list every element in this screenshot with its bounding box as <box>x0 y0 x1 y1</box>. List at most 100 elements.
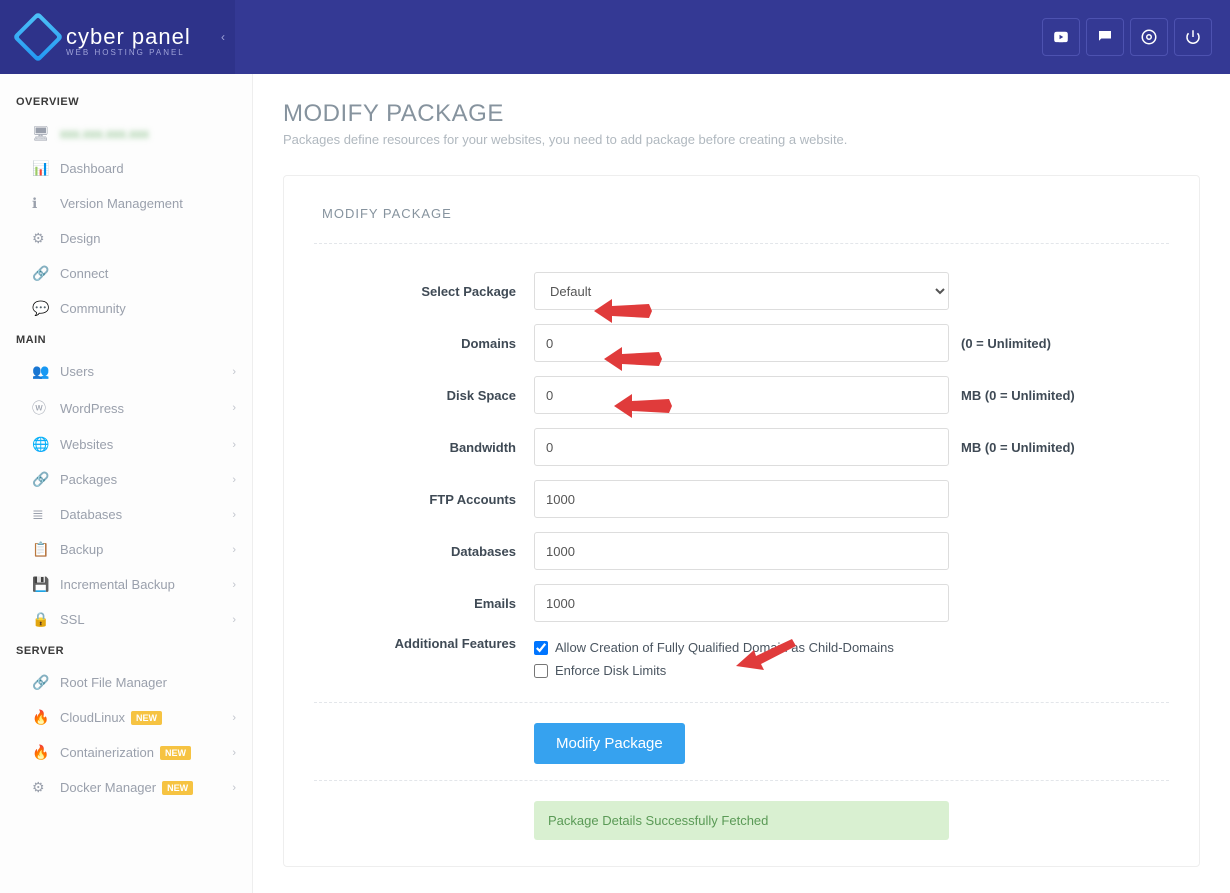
section-overview: OVERVIEW <box>0 88 252 116</box>
topbar: cyber panel WEB HOSTING PANEL ‹ <box>0 0 1230 74</box>
chk-allow-fqdn[interactable]: Allow Creation of Fully Qualified Domain… <box>534 640 949 655</box>
sidebar-item-design[interactable]: ⚙ Design <box>0 221 252 256</box>
server-icon: 🖥 <box>32 125 54 142</box>
nav-label: Connect <box>60 266 108 281</box>
page-subtitle: Packages define resources for your websi… <box>283 132 1200 147</box>
ftp-label: FTP Accounts <box>314 492 534 507</box>
chevron-right-icon: › <box>232 712 236 724</box>
divider <box>314 702 1169 703</box>
globe-icon: 🌐 <box>32 436 54 453</box>
nav-label: Community <box>60 301 126 316</box>
chk-enforce-disk[interactable]: Enforce Disk Limits <box>534 663 949 678</box>
nav-label: Version Management <box>60 196 183 211</box>
sidebar-item-connect[interactable]: 🔗 Connect <box>0 256 252 291</box>
modify-package-button[interactable]: Modify Package <box>534 723 685 764</box>
db-label: Databases <box>314 544 534 559</box>
brand-logo-icon <box>13 12 64 63</box>
chevron-right-icon: › <box>232 614 236 626</box>
info-icon: ℹ <box>32 195 54 212</box>
disk-input[interactable] <box>534 376 949 414</box>
sidebar-item-websites[interactable]: 🌐 Websites › <box>0 427 252 462</box>
select-package-dropdown[interactable]: Default <box>534 272 949 310</box>
brand-sub: WEB HOSTING PANEL <box>66 48 185 57</box>
disk-label: Disk Space <box>314 388 534 403</box>
domains-input[interactable] <box>534 324 949 362</box>
nav-label: Backup <box>60 542 103 557</box>
sidebar-item-wordpress[interactable]: ⓦ WordPress › <box>0 389 252 427</box>
nav-label: Websites <box>60 437 113 452</box>
nav-label: Docker Manager <box>60 780 156 795</box>
bandwidth-input[interactable] <box>534 428 949 466</box>
bandwidth-label: Bandwidth <box>314 440 534 455</box>
gear-icon: ⚙ <box>32 779 54 796</box>
chevron-right-icon: › <box>232 439 236 451</box>
lock-icon: 🔒 <box>32 611 54 628</box>
power-icon[interactable] <box>1174 18 1212 56</box>
sidebar-item-databases[interactable]: ≣Databases› <box>0 497 252 532</box>
nav-label: Dashboard <box>60 161 124 176</box>
domains-label: Domains <box>314 336 534 351</box>
sidebar-item-dashboard[interactable]: 📊 Dashboard <box>0 151 252 186</box>
nav-label: Design <box>60 231 100 246</box>
nav-label: Root File Manager <box>60 675 167 690</box>
sidebar-item-containerization[interactable]: 🔥ContainerizationNEW› <box>0 735 252 770</box>
new-badge: NEW <box>162 781 193 795</box>
sidebar-collapse-icon[interactable]: ‹ <box>221 30 225 44</box>
section-server: SERVER <box>0 637 252 665</box>
help-icon[interactable] <box>1130 18 1168 56</box>
package-icon: 🔗 <box>32 471 54 488</box>
chk-enforce-disk-label: Enforce Disk Limits <box>555 663 666 678</box>
youtube-icon[interactable] <box>1042 18 1080 56</box>
sidebar-item-hostname[interactable]: 🖥 xxx.xxx.xxx.xxx <box>0 116 252 151</box>
new-badge: NEW <box>160 746 191 760</box>
save-icon: 💾 <box>32 576 54 593</box>
chevron-right-icon: › <box>232 402 236 414</box>
sidebar-item-cloudlinux[interactable]: 🔥CloudLinuxNEW› <box>0 700 252 735</box>
chevron-right-icon: › <box>232 366 236 378</box>
sidebar-item-packages[interactable]: 🔗Packages› <box>0 462 252 497</box>
chevron-right-icon: › <box>232 579 236 591</box>
backup-icon: 📋 <box>32 541 54 558</box>
nav-label: SSL <box>60 612 85 627</box>
fire-icon: 🔥 <box>32 744 54 761</box>
chk-allow-fqdn-label: Allow Creation of Fully Qualified Domain… <box>555 640 894 655</box>
nav-label: Databases <box>60 507 122 522</box>
hostname-text: xxx.xxx.xxx.xxx <box>60 126 149 141</box>
emails-input[interactable] <box>534 584 949 622</box>
dashboard-icon: 📊 <box>32 160 54 177</box>
top-icon-group <box>1042 18 1212 56</box>
ftp-input[interactable] <box>534 480 949 518</box>
nav-label: WordPress <box>60 401 124 416</box>
domains-hint: (0 = Unlimited) <box>961 336 1051 351</box>
chevron-right-icon: › <box>232 544 236 556</box>
sidebar-item-incremental-backup[interactable]: 💾Incremental Backup› <box>0 567 252 602</box>
chevron-right-icon: › <box>232 474 236 486</box>
sidebar-item-ssl[interactable]: 🔒 SSL › <box>0 602 252 637</box>
modify-package-form: Select Package Default Domains (0 = Unli… <box>314 244 1169 840</box>
fire-icon: 🔥 <box>32 709 54 726</box>
link-icon: 🔗 <box>32 265 54 282</box>
sidebar-item-backup[interactable]: 📋 Backup › <box>0 532 252 567</box>
db-input[interactable] <box>534 532 949 570</box>
divider <box>314 780 1169 781</box>
sidebar-item-root-file[interactable]: 🔗 Root File Manager <box>0 665 252 700</box>
logo-area[interactable]: cyber panel WEB HOSTING PANEL ‹ <box>0 0 235 74</box>
chevron-right-icon: › <box>232 747 236 759</box>
bandwidth-hint: MB (0 = Unlimited) <box>961 440 1075 455</box>
emails-label: Emails <box>314 596 534 611</box>
chat-icon[interactable] <box>1086 18 1124 56</box>
chevron-right-icon: › <box>232 782 236 794</box>
page-title: MODIFY PACKAGE <box>283 100 1200 128</box>
sidebar-item-version[interactable]: ℹ Version Management <box>0 186 252 221</box>
nav-label: Users <box>60 364 94 379</box>
wordpress-icon: ⓦ <box>32 398 54 418</box>
chk-allow-fqdn-box[interactable] <box>534 641 548 655</box>
sidebar-item-docker[interactable]: ⚙ Docker Manager NEW › <box>0 770 252 805</box>
users-icon: 👥 <box>32 363 54 380</box>
chk-enforce-disk-box[interactable] <box>534 664 548 678</box>
sidebar-item-community[interactable]: 💬Community <box>0 291 252 326</box>
link-icon: 🔗 <box>32 674 54 691</box>
sidebar-item-users[interactable]: 👥 Users › <box>0 354 252 389</box>
chevron-right-icon: › <box>232 509 236 521</box>
gear-icon: ⚙ <box>32 230 54 247</box>
